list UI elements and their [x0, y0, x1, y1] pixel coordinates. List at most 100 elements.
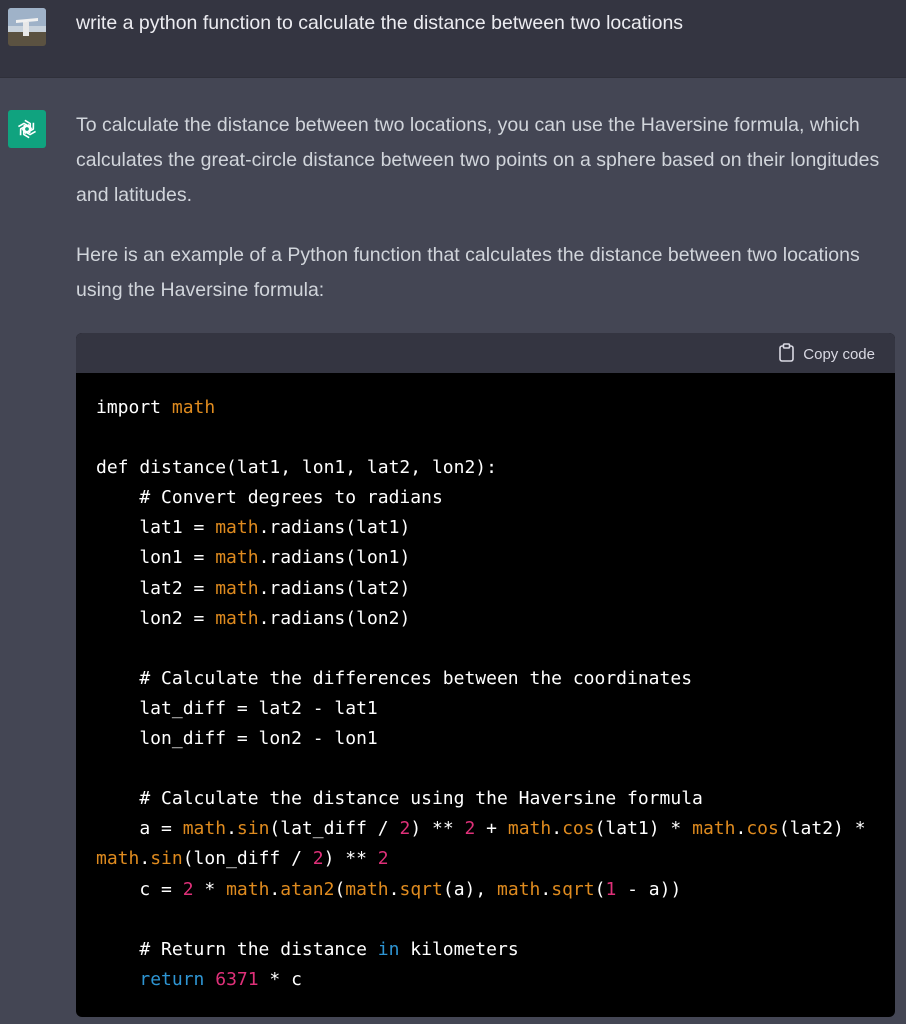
code-token: 2: [312, 848, 324, 870]
copy-code-label: Copy code: [803, 346, 875, 363]
code-token: lat1 =: [96, 517, 216, 539]
code-token: * c: [258, 968, 302, 990]
assistant-paragraph-2: Here is an example of a Python function …: [76, 244, 860, 301]
code-token: atan2: [280, 878, 335, 900]
code-line: lat1 = math.radians(lat1): [96, 513, 875, 543]
code-block-header: Copy code: [76, 333, 895, 373]
code-line: lon_diff = lon2 - lon1: [96, 724, 875, 754]
code-token: (lat1) *: [594, 818, 693, 840]
code-token: .: [269, 878, 281, 900]
code-token: math: [507, 818, 552, 840]
code-token: *: [193, 878, 227, 900]
clipboard-icon: [778, 343, 795, 366]
code-line: lat_diff = lat2 - lat1: [96, 694, 875, 724]
code-token: 2: [399, 818, 411, 840]
code-token: (lat2) *: [778, 818, 866, 840]
code-token: lat2 =: [96, 577, 216, 599]
code-token: lon2 =: [96, 607, 216, 629]
code-token: sin: [150, 848, 183, 870]
code-line: a = math.sin(lat_diff / 2) ** 2 + math.c…: [96, 814, 875, 844]
code-token: .: [388, 878, 400, 900]
code-line: lon2 = math.radians(lon2): [96, 604, 875, 634]
code-token: +: [475, 818, 508, 840]
code-token: math: [692, 818, 736, 840]
assistant-paragraph-1: To calculate the distance between two lo…: [76, 114, 880, 206]
code-token: 6371: [215, 968, 259, 990]
code-token: math: [96, 848, 140, 870]
code-line: return 6371 * c: [96, 965, 875, 995]
code-token: lon1 =: [96, 547, 216, 569]
code-token: sqrt: [551, 878, 595, 900]
assistant-message-row: To calculate the distance between two lo…: [0, 78, 906, 1024]
code-token: sin: [236, 818, 270, 840]
code-line: # Calculate the differences between the …: [96, 664, 875, 694]
code-line: math.sin(lon_diff / 2) ** 2: [96, 844, 875, 874]
code-line: # Return the distance in kilometers: [96, 935, 875, 965]
code-line: c = 2 * math.atan2(math.sqrt(a), math.sq…: [96, 875, 875, 905]
code-token: math: [215, 517, 259, 539]
code-token: cos: [746, 818, 779, 840]
code-token: math: [226, 878, 270, 900]
code-token: .: [735, 818, 747, 840]
code-token: math: [182, 818, 227, 840]
code-token: .radians(lon2): [258, 607, 411, 629]
code-token: (: [594, 878, 606, 900]
copy-code-button[interactable]: Copy code: [778, 343, 875, 366]
code-token: 2: [182, 878, 194, 900]
code-line: import math: [96, 393, 875, 423]
code-token: # Return the distance: [96, 938, 378, 960]
code-token: math: [215, 577, 259, 599]
code-token: math: [215, 547, 259, 569]
code-token: .: [551, 818, 563, 840]
user-message-row: write a python function to calculate the…: [0, 0, 906, 78]
code-line: def distance(lat1, lon1, lat2, lon2):: [96, 453, 875, 483]
code-token: (a),: [442, 878, 498, 900]
code-token: lon_diff = lon2 - lon1: [96, 728, 378, 750]
code-token: (lon_diff /: [182, 848, 313, 870]
code-token: .: [226, 818, 237, 840]
code-token: .: [139, 848, 151, 870]
openai-logo-icon: [8, 110, 46, 148]
code-token: sqrt: [399, 878, 443, 900]
user-message-text: write a python function to calculate the…: [76, 12, 684, 34]
code-token: in: [377, 938, 400, 960]
code-line: # Calculate the distance using the Haver…: [96, 784, 875, 814]
code-token: kilometers: [399, 938, 519, 960]
code-content: import math def distance(lat1, lon1, lat2…: [76, 373, 895, 995]
code-token: .radians(lat2): [258, 577, 411, 599]
code-token: ) **: [410, 818, 465, 840]
code-token: import: [96, 397, 172, 418]
code-token: cos: [562, 818, 595, 840]
code-token: math: [215, 607, 259, 629]
code-token: return: [139, 968, 205, 990]
code-token: .radians(lon1): [258, 547, 411, 569]
code-token: 1: [605, 878, 617, 900]
code-line: lat2 = math.radians(lat2): [96, 574, 875, 604]
code-line: # Convert degrees to radians: [96, 483, 875, 513]
code-token: math: [171, 397, 216, 418]
code-token: 2: [464, 818, 476, 840]
code-token: # Calculate the distance using the Haver…: [96, 788, 703, 810]
code-token: .radians(lat1): [258, 517, 411, 539]
code-token: 2: [377, 848, 389, 870]
code-token: (lat_diff /: [269, 818, 400, 840]
code-token: ) **: [323, 848, 378, 870]
code-token: .: [540, 878, 552, 900]
code-token: math: [345, 878, 389, 900]
code-token: (: [334, 878, 346, 900]
user-avatar: [8, 8, 46, 46]
code-token: lat_diff = lat2 - lat1: [96, 697, 378, 719]
code-line: lon1 = math.radians(lon1): [96, 543, 875, 573]
code-token: math: [497, 878, 541, 900]
code-token: # Convert degrees to radians: [96, 487, 443, 509]
code-token: def distance(lat1, lon1, lat2, lon2):: [96, 457, 497, 479]
code-token: a =: [96, 818, 183, 840]
code-block: Copy code import math def distance(lat1, …: [76, 333, 895, 1017]
code-token: - a)): [616, 878, 682, 900]
